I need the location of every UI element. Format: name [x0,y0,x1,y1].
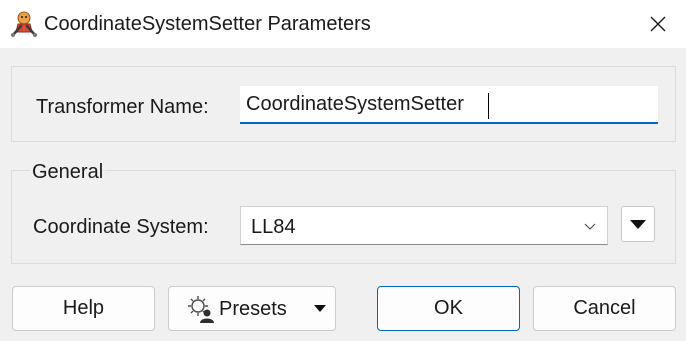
coordinate-system-value: LL84 [251,216,296,238]
general-heading: General [30,160,106,184]
presets-dropdown-icon [314,305,326,312]
chevron-down-icon [584,223,596,230]
transformer-name-value: CoordinateSystemSetter [246,93,464,115]
ok-button-label: OK [434,297,463,319]
cancel-button[interactable]: Cancel [533,286,676,331]
text-caret [488,93,489,119]
help-button[interactable]: Help [12,286,155,331]
coordinate-system-menu-button[interactable] [621,206,655,242]
transformer-name-input[interactable]: CoordinateSystemSetter [240,86,658,124]
coordinate-system-label: Coordinate System: [33,216,209,238]
triangle-down-icon [630,219,646,229]
fme-transformer-icon [11,11,37,37]
help-button-label: Help [62,297,105,319]
close-icon [650,16,666,32]
title-bar: CoordinateSystemSetter Parameters [0,0,686,48]
close-button[interactable] [630,0,686,48]
window-title: CoordinateSystemSetter Parameters [44,13,371,35]
gear-user-icon [188,296,214,323]
presets-button[interactable]: Presets [168,286,336,331]
coordinate-system-combobox[interactable]: LL84 [240,206,608,245]
ok-button[interactable]: OK [377,286,520,331]
cancel-button-label: Cancel [573,297,636,319]
presets-button-label: Presets [219,298,287,320]
transformer-name-label: Transformer Name: [36,96,209,118]
